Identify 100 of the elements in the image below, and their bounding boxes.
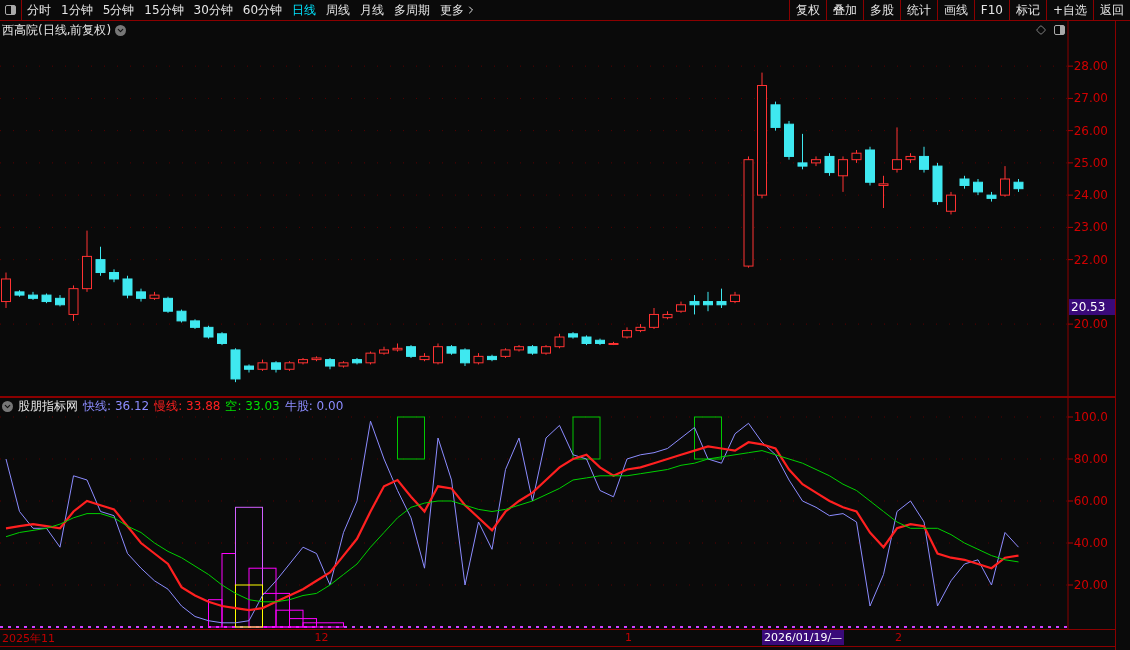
candle	[392, 342, 403, 353]
candle	[878, 175, 889, 209]
indicator-readout: 牛股: 0.00	[284, 398, 344, 415]
toolbar-button[interactable]: F10	[973, 0, 1009, 20]
axis-label: 28.00	[1073, 59, 1108, 74]
diamond-icon[interactable]	[1036, 25, 1046, 35]
candle	[500, 347, 511, 359]
candle	[635, 323, 646, 333]
candle	[41, 293, 52, 304]
candle	[271, 360, 281, 373]
toolbar-button[interactable]: +自选	[1045, 0, 1093, 20]
axis-label: 27.00	[1073, 91, 1108, 106]
candle	[676, 301, 686, 314]
period-tab[interactable]: 30分钟	[188, 0, 238, 20]
candle	[122, 275, 133, 299]
candle	[716, 288, 727, 309]
period-tab[interactable]: 1分钟	[56, 0, 98, 20]
candle	[352, 357, 362, 365]
dropdown-icon[interactable]	[115, 25, 127, 36]
candle	[325, 357, 335, 370]
candle	[568, 331, 578, 340]
candle	[514, 344, 524, 353]
chart-title: 西高院(日线,前复权)	[2, 22, 112, 39]
collapse-icon[interactable]	[2, 401, 13, 412]
date-label: 1	[625, 631, 632, 644]
candle	[797, 133, 808, 170]
period-tab[interactable]: 多周期	[389, 0, 436, 20]
candle	[919, 146, 929, 174]
candle	[784, 120, 794, 161]
candle	[1000, 165, 1010, 198]
candle	[959, 175, 970, 190]
candle	[230, 347, 241, 383]
candle	[406, 344, 416, 359]
candle	[973, 178, 983, 196]
candle	[419, 352, 430, 362]
candle	[136, 288, 146, 303]
candle	[649, 307, 659, 330]
candle	[811, 155, 821, 167]
candle	[824, 152, 835, 177]
period-tab[interactable]: 15分钟	[139, 0, 189, 20]
toolbar-button[interactable]: 复权	[788, 0, 826, 20]
toolbar-button[interactable]: 多股	[862, 0, 900, 20]
candle	[68, 284, 79, 322]
candle	[190, 318, 200, 330]
axis-label: 60.00	[1073, 494, 1108, 508]
axis-label: 26.00	[1073, 123, 1108, 138]
period-tab[interactable]: 月线	[355, 0, 390, 20]
toolbar-button[interactable]: 画线	[936, 0, 974, 20]
axis-label: 20.00	[1073, 317, 1108, 332]
candle	[622, 326, 632, 340]
candle	[95, 246, 106, 277]
panel-icon	[5, 5, 16, 15]
period-tab[interactable]: 60分钟	[237, 0, 288, 20]
candle	[460, 347, 470, 367]
candle	[865, 146, 875, 186]
toolbar-button[interactable]: 叠加	[825, 0, 863, 20]
candle	[527, 344, 538, 356]
candle	[14, 289, 25, 298]
candle	[82, 230, 92, 293]
indicator-readout: 空: 33.03	[225, 398, 280, 415]
toolbar-button[interactable]: 返回	[1093, 0, 1130, 20]
candle	[55, 294, 65, 307]
candle	[932, 162, 943, 206]
candle	[581, 334, 592, 346]
candle	[554, 333, 565, 349]
cursor-date: 2026/01/19/—	[762, 630, 845, 645]
candle	[433, 342, 443, 365]
axis-label: 23.00	[1073, 220, 1108, 235]
indicator-name: 股朋指标网	[18, 398, 78, 415]
period-tab[interactable]: 周线	[321, 0, 356, 20]
indicator-readout: 快线: 36.12	[83, 398, 150, 415]
candle	[487, 354, 497, 362]
toolbar-button[interactable]: 标记	[1008, 0, 1046, 20]
candle	[662, 310, 673, 320]
axis-label: 80.00	[1073, 452, 1108, 466]
candle	[217, 331, 227, 346]
period-tab[interactable]: 更多	[435, 0, 483, 20]
panel-icon[interactable]	[1054, 25, 1065, 35]
candle	[311, 355, 322, 362]
candle	[1013, 178, 1024, 193]
candle	[298, 357, 308, 365]
candle	[473, 352, 484, 365]
indicator-readout: 慢线: 33.88	[154, 398, 221, 415]
candle	[703, 291, 713, 312]
date-label: 12	[314, 631, 329, 644]
axis-label: 24.00	[1073, 188, 1108, 203]
toolbar-button[interactable]: 统计	[899, 0, 937, 20]
candle	[203, 325, 214, 340]
period-tab[interactable]: 日线	[287, 0, 322, 20]
period-tab[interactable]: 5分钟	[97, 0, 140, 20]
candle	[149, 291, 160, 301]
candle	[379, 346, 389, 356]
axis-label: 25.00	[1073, 155, 1108, 170]
axis-label: 100.0	[1073, 410, 1108, 424]
candle	[892, 126, 902, 174]
period-tab[interactable]: 分时	[22, 0, 56, 20]
candle	[365, 351, 376, 365]
candle	[595, 338, 605, 346]
axis-label: 40.00	[1073, 536, 1108, 550]
candle	[770, 101, 781, 132]
